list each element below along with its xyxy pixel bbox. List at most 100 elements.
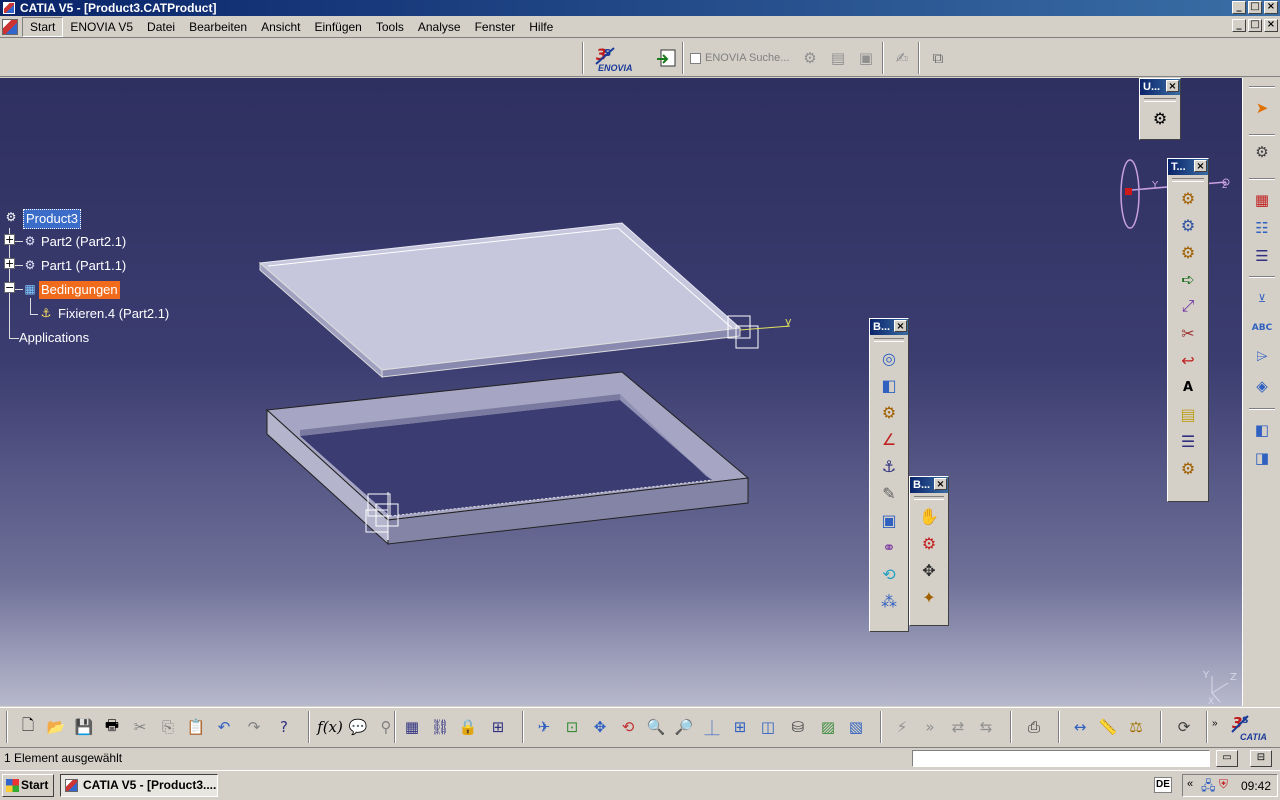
offset-icon[interactable]: ⚙ (876, 399, 902, 425)
start-button[interactable]: Start (2, 774, 54, 797)
menu-bearbeiten[interactable]: Bearbeiten (182, 18, 254, 36)
part-icon[interactable]: ⚙ (22, 257, 38, 273)
expand-part2-icon[interactable]: + (4, 234, 15, 245)
band-analysis-icon[interactable]: ⇆ (974, 715, 998, 739)
iso-view-icon[interactable]: ◫ (756, 715, 780, 739)
angle-icon[interactable]: ∠ (876, 426, 902, 452)
product-structure-icon[interactable]: ☷ (1250, 216, 1274, 240)
existing-component-icon[interactable]: ⚙ (1175, 185, 1201, 211)
compare-icon[interactable]: ⧉ (926, 46, 950, 70)
clash-icon[interactable]: ⚡ (890, 715, 914, 739)
paste-icon[interactable]: 📋 (184, 715, 208, 739)
cut-icon[interactable]: ✂ (128, 715, 152, 739)
minimize-button[interactable]: _ (1232, 1, 1246, 14)
product-icon[interactable]: ⚙ (3, 209, 19, 225)
distance-icon[interactable]: ⇄ (946, 715, 970, 739)
tree-view-icon[interactable]: ⛓ (428, 715, 452, 739)
shading-icon[interactable]: ⛁ (786, 715, 810, 739)
change-constraint-icon[interactable]: ⟲ (876, 561, 902, 587)
move-icon[interactable]: ➪ (1175, 266, 1201, 292)
palette-u-header[interactable]: U... × (1140, 79, 1180, 95)
snap-icon[interactable]: ⤢ (1175, 293, 1201, 319)
contact-icon[interactable]: ◧ (876, 372, 902, 398)
handshake-icon[interactable]: ✍ (890, 46, 914, 70)
part-icon[interactable]: ⚙ (22, 233, 38, 249)
coincidence-icon[interactable]: ◎ (876, 345, 902, 371)
hide-show-icon[interactable]: ▨ (816, 715, 840, 739)
part2-lid-geometry[interactable] (258, 222, 742, 379)
sectioning-icon[interactable]: » (918, 715, 942, 739)
menu-analyse[interactable]: Analyse (411, 18, 468, 36)
tree-node-fixieren[interactable]: Fixieren.4 (Part2.1) (56, 305, 171, 323)
save-icon[interactable]: 💾 (72, 715, 96, 739)
database-icon[interactable]: ▤ (826, 46, 850, 70)
rotate-icon[interactable]: ⟲ (616, 715, 640, 739)
palette-b2-header[interactable]: B... × (910, 477, 948, 493)
menu-datei[interactable]: Datei (140, 18, 182, 36)
update-icon[interactable]: ⚙ (1147, 105, 1173, 131)
expand-part1-icon[interactable]: + (4, 258, 15, 269)
menu-ansicht[interactable]: Ansicht (254, 18, 307, 36)
text-annotation-icon[interactable]: A (1175, 374, 1201, 400)
gear-icon[interactable]: ⚙ (1250, 140, 1274, 164)
close-button[interactable]: × (1264, 1, 1278, 14)
snap-move-icon[interactable]: ⚙ (916, 530, 942, 556)
comment-icon[interactable]: 💬 (346, 715, 370, 739)
selection-sets-icon[interactable]: ⊞ (486, 715, 510, 739)
part1-frame-geometry[interactable] (265, 371, 750, 546)
explode-move-icon[interactable]: ✥ (916, 557, 942, 583)
tree-node-applications[interactable]: Applications (17, 329, 91, 347)
palette-b1-header[interactable]: B... × (870, 319, 908, 335)
network-tray-icon[interactable]: 🖧 (1201, 777, 1216, 799)
stop-manipulate-icon[interactable]: ✦ (916, 584, 942, 610)
pan-icon[interactable]: ✥ (588, 715, 612, 739)
bill-of-material-icon[interactable]: ☰ (1175, 428, 1201, 454)
new-file-icon[interactable]: 🗋 (16, 715, 40, 739)
swap-visible-icon[interactable]: ▧ (844, 715, 868, 739)
menu-hilfe[interactable]: Hilfe (522, 18, 560, 36)
select-arrow-icon[interactable]: ➤ (1250, 96, 1274, 120)
measure-item-icon[interactable]: 📏 (1096, 715, 1120, 739)
redo-icon[interactable]: ↷ (242, 715, 266, 739)
menu-enovia[interactable]: ENOVIA V5 (63, 18, 140, 36)
tree-node-part1[interactable]: Part1 (Part1.1) (39, 257, 128, 275)
command-history-button[interactable]: ▭ (1216, 750, 1238, 767)
menu-einfuegen[interactable]: Einfügen (307, 18, 368, 36)
flag-note-icon[interactable]: ⌲ (1250, 344, 1274, 368)
network-icon[interactable]: ⚙ (798, 46, 822, 70)
refresh-icon[interactable]: ⟳ (1172, 715, 1196, 739)
command-input[interactable] (912, 750, 1210, 767)
reorder-icon[interactable]: ↩ (1175, 347, 1201, 373)
formula-icon[interactable]: f(x) (317, 715, 343, 739)
new-component-icon[interactable]: ⚙ (1175, 212, 1201, 238)
palette-t-header[interactable]: T... × (1168, 159, 1208, 175)
menu-fenster[interactable]: Fenster (468, 18, 523, 36)
measure-between-icon[interactable]: ↔ (1068, 715, 1092, 739)
catalog-icon[interactable]: ▤ (1175, 401, 1201, 427)
reuse-pattern-icon[interactable]: ⁂ (876, 588, 902, 614)
3d-viewport[interactable]: y Y z Y Z X ⚙ Product3 + ⚙ Part2 (Part2.… (0, 78, 1242, 706)
tree-node-bedingungen[interactable]: Bedingungen (39, 281, 120, 299)
clock[interactable]: 09:42 (1241, 779, 1271, 793)
enovia-search-toggle[interactable]: ENOVIA Suche... (690, 52, 789, 64)
flexible-rigid-icon[interactable]: ⚭ (876, 534, 902, 560)
palette-t-close-button[interactable]: × (1194, 160, 1207, 172)
fix-together-icon[interactable]: ✎ (876, 480, 902, 506)
publication-icon[interactable]: ⎙ (1022, 715, 1046, 739)
table-icon[interactable]: ▦ (400, 715, 424, 739)
toolbar-overflow-icon[interactable]: » (1212, 718, 1218, 729)
fix-icon[interactable]: ⚓ (876, 453, 902, 479)
doc-close-button[interactable]: × (1264, 19, 1278, 32)
catalog-browser-icon[interactable]: ▦ (1250, 188, 1274, 212)
language-indicator[interactable]: DE (1154, 777, 1172, 793)
dimension-icon[interactable]: ⊻ (1250, 286, 1274, 310)
security-tray-icon[interactable]: ⛨ (1219, 777, 1228, 792)
fit-all-icon[interactable]: ⊡ (560, 715, 584, 739)
enhanced-scene-icon[interactable]: ◨ (1250, 446, 1274, 470)
tree-node-part2[interactable]: Part2 (Part2.1) (39, 233, 128, 251)
measure-inertia-icon[interactable]: ⚖ (1124, 715, 1148, 739)
multi-view-icon[interactable]: ⊞ (728, 715, 752, 739)
generate-numbering-icon[interactable]: ☰ (1250, 244, 1274, 268)
menu-start[interactable]: Start (22, 16, 64, 37)
enovia-logo-icon[interactable]: 3 S ENOVIA (594, 42, 644, 74)
